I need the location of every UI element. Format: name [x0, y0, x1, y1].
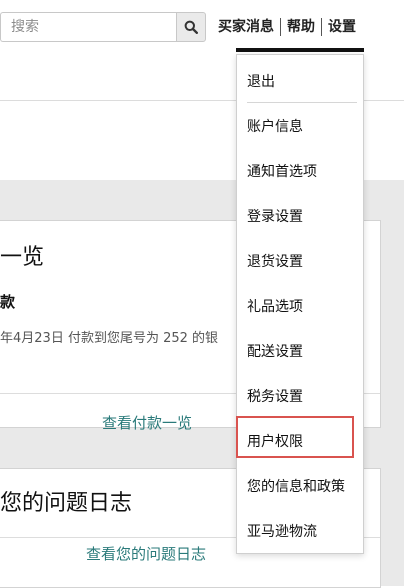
menu-item-label: 用户权限: [247, 434, 303, 450]
menu-item-login-settings[interactable]: 登录设置: [237, 194, 363, 238]
menu-item-label: 账户信息: [247, 119, 303, 135]
menu-item-your-info-and-policies[interactable]: 您的信息和政策: [237, 464, 363, 508]
menu-item-tax-settings[interactable]: 税务设置: [237, 374, 363, 418]
menu-item-notification-preferences[interactable]: 通知首选项: [237, 149, 363, 193]
menu-item-label: 您的信息和政策: [247, 479, 345, 495]
search-button[interactable]: [176, 12, 206, 42]
menu-item-label: 配送设置: [247, 344, 303, 360]
search-icon: [184, 20, 198, 34]
menu-item-user-permissions[interactable]: 用户权限: [237, 419, 363, 463]
settings-dropdown-menu: 退出 账户信息 通知首选项 登录设置 退货设置 礼品选项 配送设置 税务设置 用…: [236, 54, 364, 554]
menu-item-account-info[interactable]: 账户信息: [237, 104, 363, 148]
buyer-messages-link[interactable]: 买家消息: [212, 14, 280, 40]
view-issue-log-link[interactable]: 查看您的问题日志: [86, 543, 206, 564]
payments-card-title: 一览: [0, 245, 45, 270]
search-input[interactable]: [0, 12, 176, 42]
menu-item-sign-out[interactable]: 退出: [237, 59, 363, 103]
menu-item-label: 退货设置: [247, 254, 303, 270]
menu-item-shipping-settings[interactable]: 配送设置: [237, 329, 363, 373]
menu-item-fulfillment-by-amazon[interactable]: 亚马逊物流: [237, 509, 363, 553]
menu-item-label: 亚马逊物流: [247, 524, 317, 540]
menu-divider: [247, 102, 357, 103]
menu-item-label: 通知首选项: [247, 164, 317, 180]
menu-item-label: 退出: [247, 74, 275, 90]
search-bar: [0, 12, 206, 42]
top-nav: 买家消息 帮助 设置: [212, 14, 362, 40]
menu-item-label: 登录设置: [247, 209, 303, 225]
menu-item-gift-options[interactable]: 礼品选项: [237, 284, 363, 328]
help-link[interactable]: 帮助: [281, 14, 321, 40]
settings-link[interactable]: 设置: [322, 14, 362, 40]
settings-active-indicator: [236, 48, 364, 52]
menu-item-label: 礼品选项: [247, 299, 303, 315]
view-payments-summary-link[interactable]: 查看付款一览: [102, 412, 192, 433]
payments-card-subtitle: 款: [0, 293, 16, 311]
menu-item-label: 税务设置: [247, 389, 303, 405]
menu-item-return-settings[interactable]: 退货设置: [237, 239, 363, 283]
issue-log-card-title: 您的问题日志: [0, 491, 133, 516]
